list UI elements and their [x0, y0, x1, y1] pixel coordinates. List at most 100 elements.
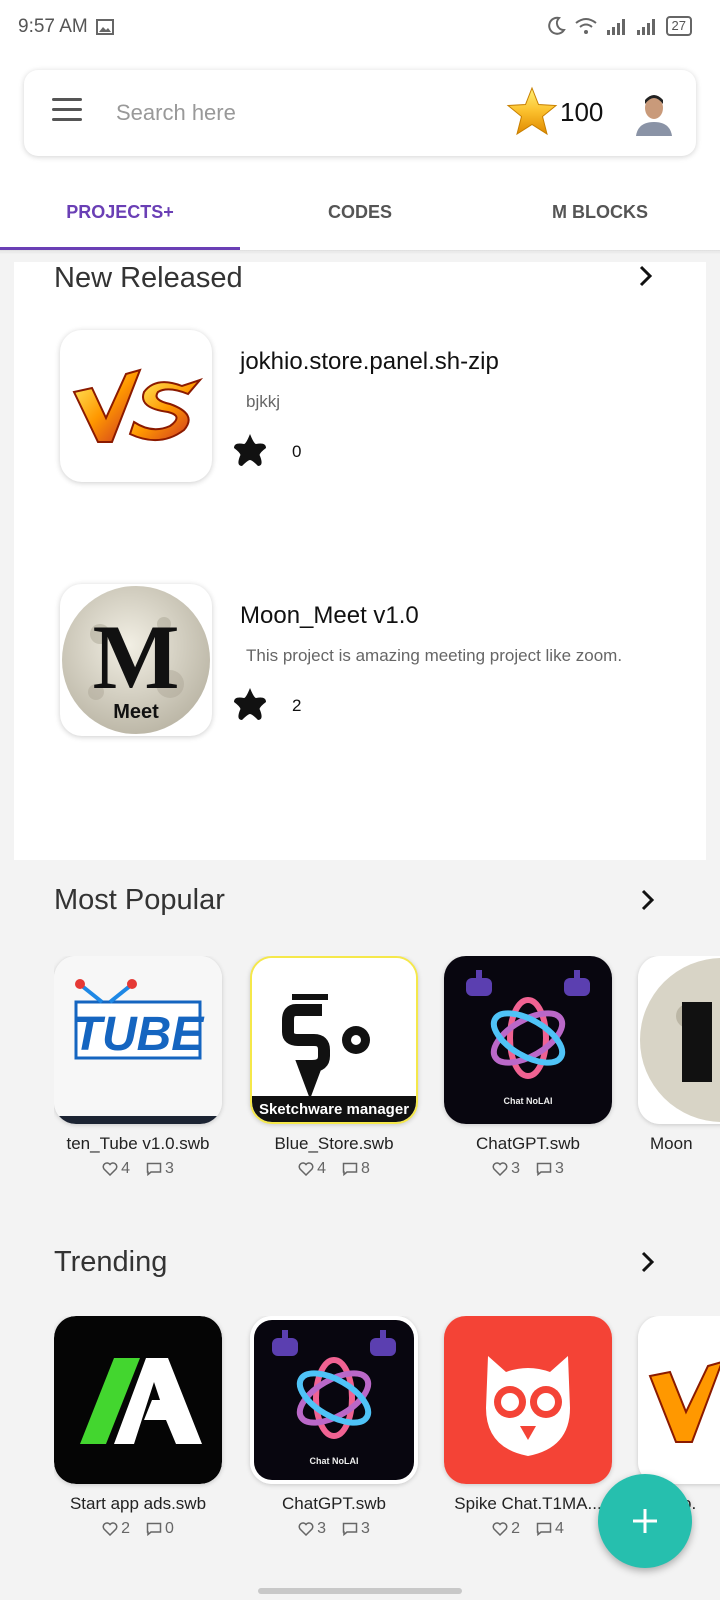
coin-count: 100 [560, 96, 604, 127]
app-stats: 4 3 [54, 1160, 222, 1178]
tab-projects[interactable]: PROJECTS+ [0, 174, 240, 250]
app-name: Start app ads.swb [69, 1494, 207, 1513]
chatgpt-logo-icon: Chat NoLAI [250, 1316, 418, 1484]
app-card[interactable]: Chat NoLAI ChatGPT.swb 3 3 [250, 1316, 418, 1538]
moon-letter: M [93, 606, 180, 708]
like-count: 2 [121, 1520, 130, 1537]
project-description: This project is amazing meeting project … [246, 646, 623, 665]
search-bar: 100 [24, 70, 696, 156]
comment-count: 4 [555, 1520, 564, 1537]
new-released-section: New Released jokhio.store.panel.sh-zip b… [14, 262, 706, 860]
status-icons: 27 [546, 16, 692, 36]
startapp-logo-icon [54, 1316, 222, 1484]
comment-icon [536, 1522, 552, 1536]
moon-icon [547, 16, 566, 35]
like-count: 4 [121, 1160, 130, 1177]
signal-icon [636, 19, 655, 35]
coins-display[interactable]: 100 [506, 86, 603, 138]
app-stats: 3 3 [444, 1160, 612, 1178]
comment-count: 8 [361, 1160, 370, 1177]
sketchware-manager-logo-icon: Sketchware manager [250, 956, 418, 1124]
chatgpt-logo-icon: Chat NoLAI [444, 956, 612, 1124]
comment-icon [536, 1162, 552, 1176]
tab-codes[interactable]: CODES [240, 174, 480, 250]
app-stats: 2 0 [54, 1520, 222, 1538]
tube-text: TUBE [73, 1008, 206, 1061]
battery-icon: 27 [665, 16, 692, 36]
app-card[interactable]: Start app ads.swb 2 0 [54, 1316, 222, 1538]
comment-count: 3 [555, 1160, 564, 1177]
gallery-icon [96, 19, 114, 35]
app-card[interactable]: Chat NoLAI ChatGPT.swb 3 3 [444, 956, 612, 1178]
chevron-right-icon[interactable] [634, 264, 658, 288]
project-description: bjkkj [246, 392, 281, 411]
app-stats: 2 4 [444, 1520, 612, 1538]
chevron-right-icon[interactable] [636, 1250, 660, 1274]
meet-text: Meet [113, 701, 159, 723]
like-count: 3 [317, 1520, 326, 1537]
tab-m-blocks[interactable]: M BLOCKS [480, 174, 720, 250]
vs-logo-icon [638, 1316, 720, 1484]
like-count: 4 [317, 1160, 326, 1177]
status-time: 9:57 AM [18, 16, 88, 37]
signal-icon [606, 19, 625, 35]
star-count: 0 [292, 442, 302, 461]
tube-logo-icon: TUBE [54, 956, 222, 1124]
app-stats: 3 3 [250, 1520, 418, 1538]
app-name: ten_Tube v1.0.swb [66, 1134, 210, 1153]
app-name: Blue_Store.swb [274, 1134, 394, 1153]
chatgpt-caption: Chat NoLAI [310, 1456, 359, 1466]
heart-icon [102, 1522, 118, 1536]
app-name: Spike Chat.T1MA... [454, 1494, 602, 1513]
app-card[interactable]: Spike Chat.T1MA... 2 4 [444, 1316, 612, 1538]
section-title-new-released: New Released [54, 262, 243, 294]
home-indicator[interactable] [258, 1588, 462, 1594]
wifi-icon [574, 18, 597, 34]
top-bar: 100 PROJECTS+ CODES M BLOCKS [0, 56, 720, 252]
menu-icon[interactable] [52, 98, 82, 122]
heart-icon [102, 1162, 118, 1176]
avatar[interactable] [634, 92, 674, 136]
app-name: ChatGPT.swb [476, 1134, 580, 1153]
heart-icon [492, 1522, 508, 1536]
comment-count: 3 [165, 1160, 174, 1177]
most-popular-section: TUBE ten_Tube v1.0.swb 4 3 Sketchware ma… [0, 956, 720, 1196]
project-name: jokhio.store.panel.sh-zip [240, 348, 499, 375]
app-name: ChatGPT.swb [282, 1494, 386, 1513]
app-name: Moon [650, 1134, 693, 1153]
heart-icon [298, 1522, 314, 1536]
comment-count: 0 [165, 1520, 174, 1537]
like-count: 2 [511, 1520, 520, 1537]
heart-icon [298, 1162, 314, 1176]
section-title-trending: Trending [54, 1246, 168, 1278]
heart-icon [492, 1162, 508, 1176]
project-name: Moon_Meet v1.0 [240, 602, 419, 629]
app-stats: 4 8 [250, 1160, 418, 1178]
star-icon [234, 434, 266, 466]
most-popular-list: TUBE ten_Tube v1.0.swb 4 3 Sketchware ma… [54, 956, 720, 1196]
tab-bar-shadow [0, 250, 720, 254]
star-icon [234, 688, 266, 720]
comment-icon [342, 1162, 358, 1176]
app-card[interactable]: Moon [638, 956, 720, 1154]
search-input[interactable] [114, 90, 498, 136]
star-count: 2 [292, 696, 302, 715]
tab-bar: PROJECTS+ CODES M BLOCKS [0, 174, 720, 250]
sketchware-text: Sketchware manager [259, 1101, 409, 1118]
list-item[interactable]: M Meet Moon_Meet v1.0 This project is am… [60, 584, 700, 744]
comment-icon [342, 1522, 358, 1536]
moon-meet-logo-icon: M Meet [60, 584, 212, 736]
status-bar: 9:57 AM 27 [0, 0, 720, 56]
comment-icon [146, 1162, 162, 1176]
add-button[interactable] [598, 1474, 692, 1568]
app-card[interactable]: Sketchware manager Blue_Store.swb 4 8 [250, 956, 418, 1178]
chatgpt-caption: Chat NoLAI [504, 1096, 553, 1106]
app-card[interactable]: TUBE ten_Tube v1.0.swb 4 3 [54, 956, 222, 1178]
list-item[interactable]: jokhio.store.panel.sh-zip bjkkj 0 [60, 330, 700, 490]
chevron-right-icon[interactable] [636, 888, 660, 912]
plus-icon [633, 1509, 657, 1533]
vs-logo-icon [60, 330, 212, 482]
star-icon [506, 86, 558, 136]
section-title-most-popular: Most Popular [54, 884, 225, 916]
like-count: 3 [511, 1160, 520, 1177]
